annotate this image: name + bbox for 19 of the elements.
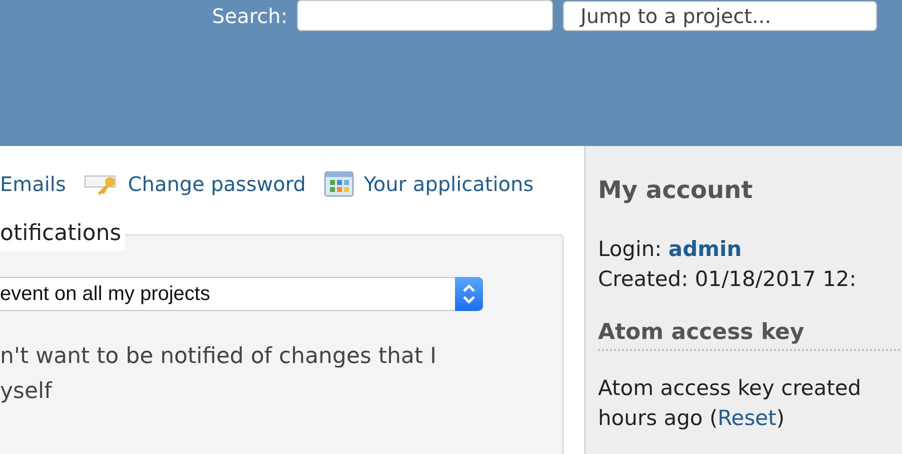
search-field[interactable] [297, 0, 554, 31]
notification-note: n't want to be notified of changes that I yself [0, 343, 436, 406]
atom-key-age: hours ago ( [598, 406, 718, 430]
notification-select[interactable]: event on all my projects [0, 277, 483, 311]
account-link[interactable]: Emails [0, 172, 66, 196]
stepper-icon [455, 276, 483, 310]
project-jump-field[interactable]: Jump to a project... [563, 0, 878, 30]
account-link[interactable]: Your applications [364, 172, 534, 196]
account-link[interactable]: Change password [128, 172, 306, 196]
reset-link[interactable]: Reset [718, 406, 776, 430]
sidebar-title: My account [598, 176, 754, 204]
search-label: Search: [212, 4, 288, 28]
created-date: Created: 01/18/2017 12: [598, 266, 858, 293]
atom-key-text: Atom access key created [598, 375, 862, 402]
login-link[interactable]: admin [668, 237, 742, 261]
app-grid-icon [324, 171, 354, 197]
login-label: Login: [598, 237, 662, 261]
closing-paren: ) [776, 406, 785, 430]
atom-key-title: Atom access key [598, 320, 902, 351]
